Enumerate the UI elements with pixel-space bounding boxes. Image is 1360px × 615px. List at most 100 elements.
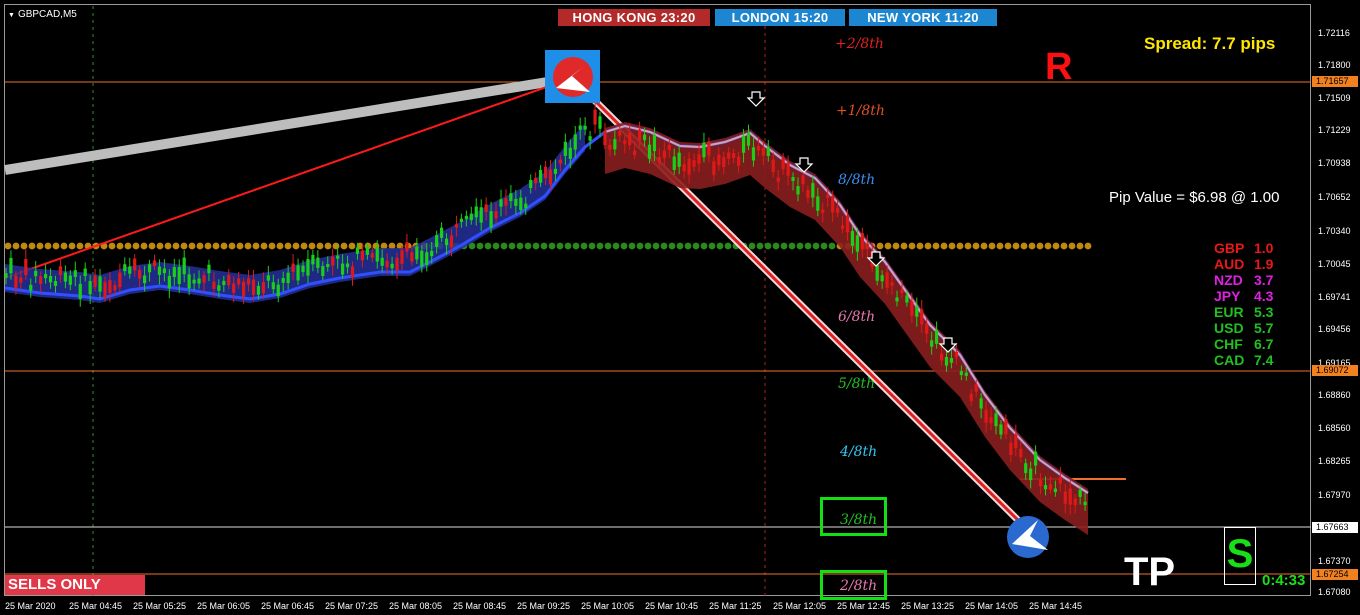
- currency-strength-row: USD 5.7: [1214, 320, 1273, 336]
- pivot-dot: [756, 242, 764, 250]
- candle-body: [1083, 501, 1087, 506]
- pivot-dot: [1012, 242, 1020, 250]
- pivot-dot: [20, 242, 28, 250]
- candle-body: [662, 150, 666, 159]
- candle-body: [771, 159, 775, 172]
- pivot-dot: [820, 242, 828, 250]
- candle-body: [454, 224, 459, 228]
- candle-body: [217, 285, 221, 291]
- time-tick-label: 25 Mar 05:25: [133, 601, 187, 611]
- candle-body: [920, 309, 924, 325]
- candle-body: [24, 258, 28, 276]
- candle-body: [336, 255, 340, 259]
- pivot-dot: [940, 242, 948, 250]
- candle-body: [326, 264, 330, 268]
- pivot-dot: [28, 242, 36, 250]
- candle-body: [108, 280, 112, 293]
- currency-strength-row: JPY 4.3: [1214, 288, 1273, 304]
- time-tick-label: 25 Mar 06:45: [261, 601, 315, 611]
- pivot-dot: [1036, 242, 1044, 250]
- pivot-dot: [332, 242, 340, 250]
- pivot-dot: [636, 242, 644, 250]
- price-tick-label: 1.71800: [1318, 60, 1351, 70]
- price-tick-label: 1.68860: [1318, 390, 1351, 400]
- candle-body: [365, 246, 369, 255]
- candle-body: [539, 169, 543, 183]
- currency-strength-value: 6.7: [1254, 336, 1274, 352]
- candle-body: [14, 275, 18, 288]
- candle-body: [692, 160, 696, 167]
- time-tick-label: 25 Mar 14:05: [965, 601, 1019, 611]
- candle-body: [732, 153, 736, 159]
- pivot-dot: [76, 242, 84, 250]
- candle-body: [667, 144, 671, 150]
- pivot-dot: [588, 242, 596, 250]
- candle-body: [568, 147, 572, 159]
- pivot-dot: [308, 242, 316, 250]
- candle-body: [98, 276, 102, 292]
- candle-body: [1048, 484, 1053, 490]
- candle-body: [459, 218, 463, 222]
- pivot-dot: [60, 242, 68, 250]
- candle-body: [811, 183, 815, 198]
- candle-body: [494, 211, 498, 219]
- pivot-dot: [1076, 242, 1084, 250]
- time-tick-label: 25 Mar 06:05: [197, 601, 251, 611]
- pivot-dot: [252, 242, 260, 250]
- candle-body: [296, 265, 300, 281]
- pivot-dot: [1052, 242, 1060, 250]
- candle-body: [949, 358, 954, 363]
- candle-body: [682, 164, 686, 172]
- pivot-dot: [196, 242, 204, 250]
- candle-body: [177, 267, 181, 284]
- symbol-label[interactable]: GBPCAD,M5: [8, 9, 77, 20]
- candle-body: [514, 198, 518, 206]
- candle-body: [430, 250, 434, 257]
- candle-body: [836, 207, 840, 213]
- candle-body: [717, 154, 721, 166]
- candle-body: [672, 156, 676, 170]
- candle-body: [474, 206, 478, 218]
- sells-only-badge: SELLS ONLY: [5, 575, 145, 595]
- candle-body: [756, 145, 760, 151]
- candle-body: [593, 109, 597, 125]
- candle-body: [39, 276, 43, 284]
- time-tick-label: 25 Mar 2020: [5, 601, 56, 611]
- pivot-dot: [716, 242, 724, 250]
- pivot-dot: [68, 242, 76, 250]
- price-tick-label: 1.70045: [1318, 259, 1351, 269]
- candle-body: [900, 289, 904, 293]
- time-tick-label: 25 Mar 08:45: [453, 601, 507, 611]
- candle-body: [553, 168, 558, 174]
- candle-body: [1058, 476, 1062, 484]
- pivot-dot: [892, 242, 900, 250]
- candle-body: [321, 266, 325, 276]
- candle-body: [647, 144, 652, 159]
- candle-countdown: 0:4:33: [1262, 572, 1306, 589]
- pivot-dot: [540, 242, 548, 250]
- candle-body: [652, 135, 657, 152]
- candle-body: [781, 157, 785, 170]
- candle-body: [479, 207, 483, 223]
- candle-body: [642, 134, 647, 141]
- candle-body: [840, 225, 845, 229]
- candle-body: [449, 235, 454, 248]
- candle-body: [806, 189, 810, 198]
- pivot-dot: [900, 242, 908, 250]
- candle-body: [152, 260, 157, 267]
- candle-body: [831, 195, 835, 213]
- candle-body: [187, 274, 191, 289]
- candle-body: [29, 284, 33, 291]
- candle-body: [959, 371, 963, 376]
- candle-body: [697, 154, 701, 164]
- candle-body: [905, 295, 909, 303]
- price-chart[interactable]: [0, 0, 1360, 615]
- price-tick-label: 1.70652: [1318, 192, 1351, 202]
- murray-level-label: 3/8th: [840, 512, 878, 528]
- candle-body: [845, 215, 850, 233]
- candle-body: [865, 243, 869, 249]
- chart-window[interactable]: GBPCAD,M5 HONG KONG 23:20 LONDON 15:20 N…: [0, 0, 1360, 615]
- price-level-tag: 1.67663: [1312, 522, 1358, 533]
- candle-body: [1029, 468, 1033, 481]
- candle-body: [1038, 479, 1043, 487]
